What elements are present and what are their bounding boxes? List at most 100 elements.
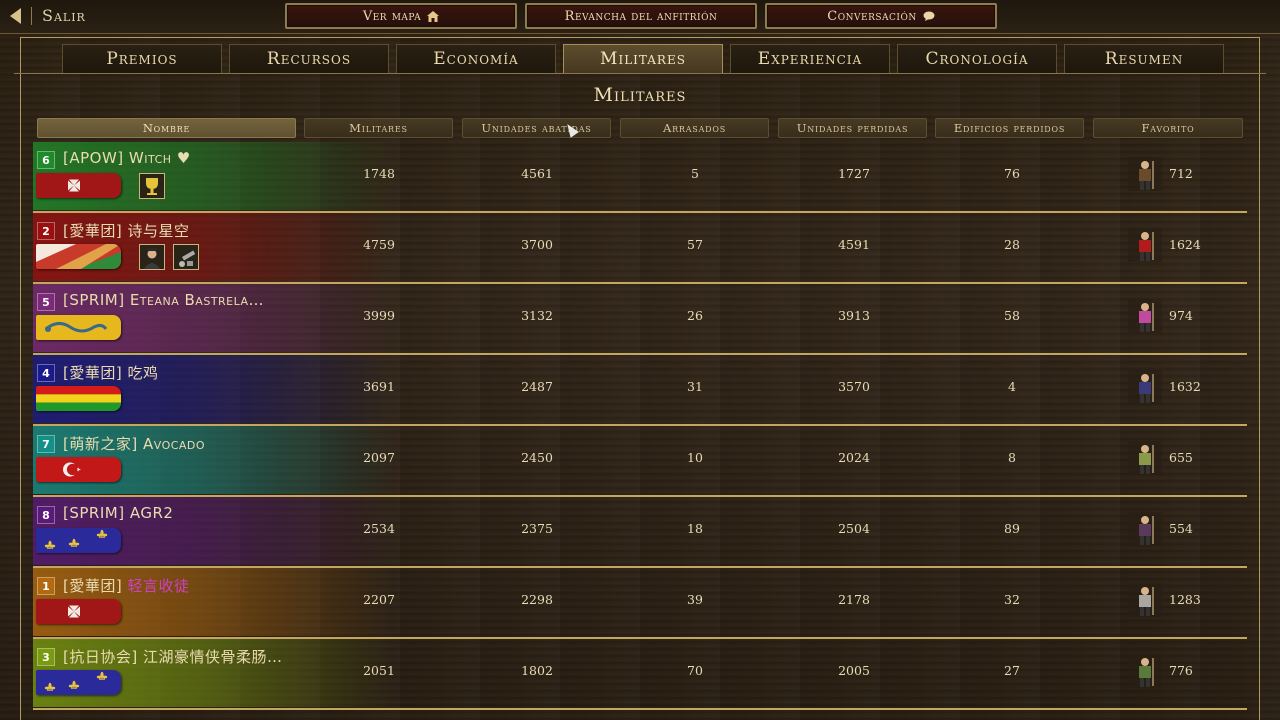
table-row[interactable]: 3 [抗日协会] 江湖豪情侠骨柔肠… 2051 1802 70 2005 27 776 bbox=[33, 639, 1247, 710]
units-lost-cell: 1727 bbox=[838, 166, 870, 181]
team-badge: 7 bbox=[37, 435, 55, 453]
player-name[interactable]: [APOW] Witch ♥ bbox=[63, 149, 191, 167]
table-row[interactable]: 2 [愛華团] 诗与星空 4759 3700 57 4591 28 1624 bbox=[33, 213, 1247, 284]
buildings-lost-cell: 28 bbox=[1004, 237, 1020, 252]
razed-cell: 70 bbox=[687, 663, 703, 678]
divider bbox=[31, 6, 32, 25]
table-row[interactable]: 1 [愛華团] 轻言收徒 2207 2298 39 2178 32 1283 bbox=[33, 568, 1247, 639]
host-rematch-button[interactable]: Revancha del anfitrión bbox=[525, 3, 757, 29]
player-name[interactable]: [抗日协会] 江湖豪情侠骨柔肠… bbox=[63, 646, 282, 667]
team-badge: 5 bbox=[37, 293, 55, 311]
favorite-count: 776 bbox=[1169, 663, 1193, 678]
favorite-count: 1632 bbox=[1169, 379, 1201, 394]
buildings-lost-cell: 4 bbox=[1008, 379, 1016, 394]
team-badge: 4 bbox=[37, 364, 55, 382]
pink-soldier-icon[interactable] bbox=[1128, 299, 1162, 333]
pikeman-icon[interactable] bbox=[1128, 370, 1162, 404]
crescent-star-flag-icon[interactable] bbox=[36, 457, 121, 482]
tab-cronología[interactable]: Cronología bbox=[897, 44, 1057, 73]
team-badge: 8 bbox=[37, 506, 55, 524]
units-lost-cell: 3570 bbox=[838, 379, 870, 394]
razed-cell: 10 bbox=[687, 450, 703, 465]
table-row[interactable]: 8 [SPRIM] AGR2 2534 2375 18 2504 89 554 bbox=[33, 497, 1247, 568]
tab-experiencia[interactable]: Experiencia bbox=[730, 44, 890, 73]
redcoat-icon[interactable] bbox=[1128, 228, 1162, 262]
yellow-dragon-flag-icon[interactable] bbox=[36, 315, 121, 340]
column-header-razed[interactable]: Arrasados bbox=[620, 118, 769, 138]
military-cell: 3691 bbox=[363, 379, 395, 394]
table-row[interactable]: 6 [APOW] Witch ♥ 1748 4561 5 1727 76 712 bbox=[33, 142, 1247, 213]
favorite-count: 1624 bbox=[1169, 237, 1201, 252]
view-map-label: Ver mapa bbox=[362, 8, 422, 24]
player-name[interactable]: [愛華团] 轻言收徒 bbox=[63, 575, 190, 596]
units-lost-cell: 3913 bbox=[838, 308, 870, 323]
favorite-count: 974 bbox=[1169, 308, 1193, 323]
units-lost-cell: 2504 bbox=[838, 521, 870, 536]
trophy-icon[interactable] bbox=[139, 173, 165, 199]
musketeer-icon[interactable] bbox=[1128, 157, 1162, 191]
player-name-text: [愛華团] bbox=[63, 577, 128, 595]
player-name[interactable]: [SPRIM] AGR2 bbox=[63, 504, 173, 522]
team-badge: 3 bbox=[37, 648, 55, 666]
military-cell: 4759 bbox=[363, 237, 395, 252]
exit-button[interactable]: Salir bbox=[10, 6, 86, 25]
table-row[interactable]: 5 [SPRIM] Eteana Bastrela… 3999 3132 26 3913 5… bbox=[33, 284, 1247, 355]
units-lost-cell: 2005 bbox=[838, 663, 870, 678]
buildings-lost-cell: 89 bbox=[1004, 521, 1020, 536]
player-name-text: [SPRIM] Eteana Bastrela… bbox=[63, 291, 265, 309]
favorite-count: 1283 bbox=[1169, 592, 1201, 607]
buildings-lost-cell: 32 bbox=[1004, 592, 1020, 607]
buildings-lost-cell: 76 bbox=[1004, 166, 1020, 181]
top-bar: Salir Ver mapa Revancha del anfitrión Co… bbox=[0, 0, 1280, 34]
column-header-units-killed[interactable]: Unidades abatidas bbox=[462, 118, 611, 138]
maltese-cross-red-flag-icon[interactable] bbox=[36, 173, 121, 198]
tab-premios[interactable]: Premios bbox=[62, 44, 222, 73]
player-name[interactable]: [愛華团] 吃鸡 bbox=[63, 362, 158, 383]
table-row[interactable]: 7 [萌新之家] Avocado 2097 2450 10 2024 8 655 bbox=[33, 426, 1247, 497]
red-green-stripes-flag-icon[interactable] bbox=[36, 244, 121, 269]
military-cell: 2097 bbox=[363, 450, 395, 465]
team-badge: 1 bbox=[37, 577, 55, 595]
units-lost-cell: 4591 bbox=[838, 237, 870, 252]
hero-portrait-icon[interactable] bbox=[139, 244, 165, 270]
razed-cell: 39 bbox=[687, 592, 703, 607]
team-badge: 2 bbox=[37, 222, 55, 240]
crossbow-icon[interactable] bbox=[1128, 512, 1162, 546]
knight-icon[interactable] bbox=[1128, 583, 1162, 617]
column-header-buildings-lost[interactable]: Edificios perdidos bbox=[935, 118, 1084, 138]
red-yellow-green-stripes-flag-icon[interactable] bbox=[36, 386, 121, 411]
view-map-button[interactable]: Ver mapa bbox=[285, 3, 517, 29]
exit-label: Salir bbox=[42, 6, 86, 25]
column-header-military[interactable]: Militares bbox=[304, 118, 453, 138]
column-header-favorite[interactable]: Favorito bbox=[1093, 118, 1243, 138]
rifleman-icon[interactable] bbox=[1128, 654, 1162, 688]
military-cell: 2051 bbox=[363, 663, 395, 678]
tab-recursos[interactable]: Recursos bbox=[229, 44, 389, 73]
fleur-de-lis-blue-flag-icon[interactable] bbox=[36, 670, 121, 695]
tab-resumen[interactable]: Resumen bbox=[1064, 44, 1224, 73]
cannon-icon[interactable] bbox=[173, 244, 199, 270]
player-name-text: [愛華团] 诗与星空 bbox=[63, 222, 190, 240]
tab-militares[interactable]: Militares bbox=[563, 44, 723, 73]
favorite-count: 655 bbox=[1169, 450, 1193, 465]
janissary-icon[interactable] bbox=[1128, 441, 1162, 475]
player-name[interactable]: [SPRIM] Eteana Bastrela… bbox=[63, 291, 264, 309]
units-lost-cell: 2178 bbox=[838, 592, 870, 607]
chat-button[interactable]: Conversación bbox=[765, 3, 997, 29]
units-killed-cell: 2298 bbox=[521, 592, 553, 607]
column-header-units-lost[interactable]: Unidades perdidas bbox=[778, 118, 927, 138]
host-rematch-label: Revancha del anfitrión bbox=[564, 8, 718, 24]
table-row[interactable]: 4 [愛華团] 吃鸡 3691 2487 31 3570 4 1632 bbox=[33, 355, 1247, 426]
player-name[interactable]: [萌新之家] Avocado bbox=[63, 433, 205, 454]
fleur-de-lis-blue-flag-icon[interactable] bbox=[36, 528, 121, 553]
razed-cell: 31 bbox=[687, 379, 703, 394]
units-killed-cell: 2450 bbox=[521, 450, 553, 465]
tab-economía[interactable]: Economía bbox=[396, 44, 556, 73]
units-killed-cell: 2375 bbox=[521, 521, 553, 536]
player-name[interactable]: [愛華团] 诗与星空 bbox=[63, 220, 189, 241]
razed-cell: 5 bbox=[691, 166, 699, 181]
tab-bar: Premios Recursos Economía Militares Experien… bbox=[62, 44, 1224, 73]
maltese-cross-red-flag-icon[interactable] bbox=[36, 599, 121, 624]
column-header-name[interactable]: Nombre bbox=[37, 118, 296, 138]
player-table: 6 [APOW] Witch ♥ 1748 4561 5 1727 76 712 2 [愛華团] … bbox=[33, 142, 1247, 710]
